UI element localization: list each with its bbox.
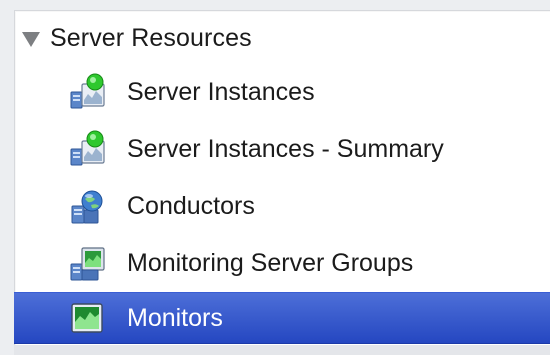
tree-group-label: Server Resources bbox=[50, 23, 252, 52]
tree-item-server-instances-summary[interactable]: Server Instances - Summary bbox=[14, 124, 550, 174]
tree-item-server-instances[interactable]: Server Instances bbox=[14, 67, 550, 117]
disclosure-triangle-icon[interactable] bbox=[22, 31, 40, 47]
tree-item-label: Conductors bbox=[127, 191, 255, 220]
conductor-icon bbox=[71, 190, 103, 224]
server-instance-summary-icon bbox=[70, 130, 105, 166]
monitor-icon bbox=[71, 303, 103, 333]
tree-item-monitoring-server-groups[interactable]: Monitoring Server Groups bbox=[14, 238, 550, 288]
tree-group-server-resources[interactable]: Server Resources bbox=[22, 20, 252, 56]
tree-item-label: Server Instances bbox=[127, 77, 315, 106]
monitoring-server-groups-icon bbox=[70, 247, 105, 281]
window-frame: Server Resources Server Instances Server… bbox=[0, 0, 550, 355]
panel-bottom-edge bbox=[14, 345, 550, 355]
tree-item-label: Monitoring Server Groups bbox=[127, 248, 414, 277]
tree-item-label: Server Instances - Summary bbox=[127, 134, 444, 163]
tree-item-conductors[interactable]: Conductors bbox=[14, 181, 550, 231]
server-instance-icon bbox=[70, 73, 105, 109]
tree-item-monitors[interactable]: Monitors bbox=[14, 292, 550, 344]
tree-item-label: Monitors bbox=[127, 303, 223, 332]
